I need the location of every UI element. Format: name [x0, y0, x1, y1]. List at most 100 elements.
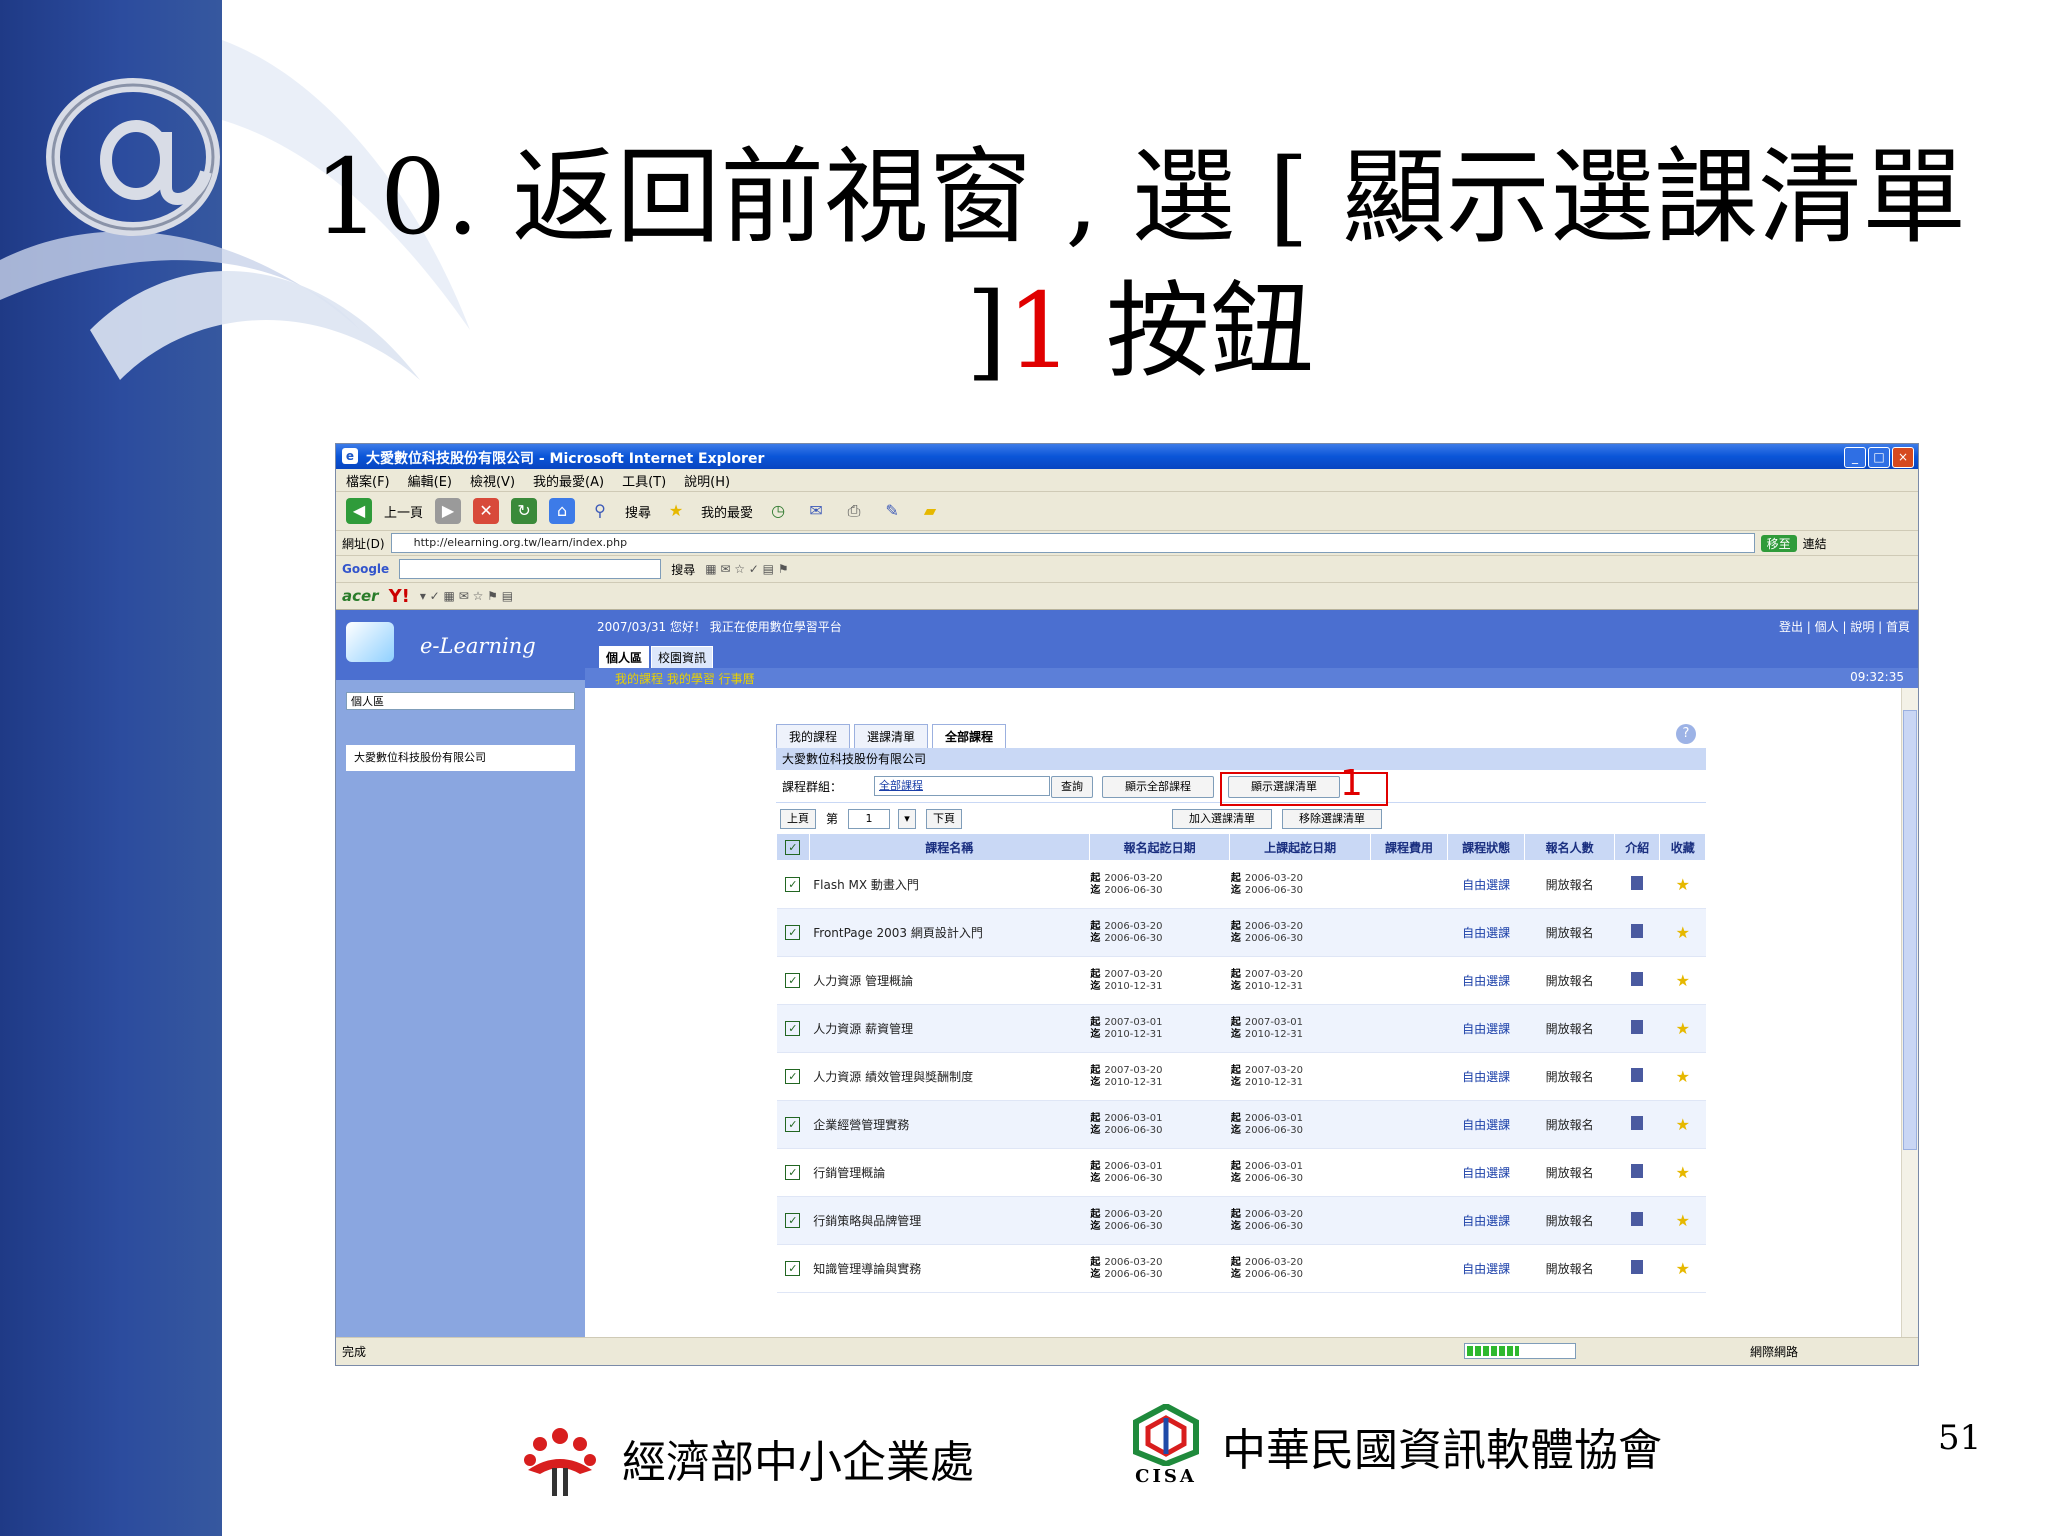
scrollbar-thumb[interactable]	[1903, 710, 1917, 1150]
favorite-cell[interactable]: ★	[1659, 860, 1706, 909]
star-icon[interactable]: ★	[1676, 1211, 1690, 1230]
favorite-cell[interactable]: ★	[1659, 1244, 1706, 1293]
favorite-cell[interactable]: ★	[1659, 1052, 1706, 1101]
intro-cell[interactable]	[1614, 1100, 1660, 1149]
favorites-label[interactable]: 我的最愛	[701, 502, 753, 521]
table-row[interactable]: ✓ 人力資源 績效管理與獎酬制度起 2007-03-20 迄 2010-12-31 起 20…	[776, 1052, 1706, 1101]
tab-personal[interactable]: 個人區	[599, 646, 650, 669]
maximize-icon[interactable]: □	[1868, 447, 1890, 468]
folder-icon[interactable]: ▰	[917, 498, 943, 524]
star-icon[interactable]: ★	[1676, 1115, 1690, 1134]
favorite-cell[interactable]: ★	[1659, 1100, 1706, 1149]
header-checkbox[interactable]: ✓	[776, 833, 810, 861]
row-checkbox[interactable]: ✓	[776, 956, 810, 1005]
table-row[interactable]: ✓ 知識管理導論與實務起 2006-03-20 迄 2006-06-30 起 2006-03…	[776, 1244, 1706, 1293]
check-icon[interactable]: ✓	[785, 1165, 801, 1180]
back-icon[interactable]: ◀	[346, 498, 372, 524]
go-button[interactable]: 移至	[1760, 534, 1797, 552]
check-icon[interactable]: ✓	[785, 1069, 801, 1084]
show-all-courses-button[interactable]: 顯示全部課程	[1102, 776, 1214, 798]
table-row[interactable]: ✓ 人力資源 管理概論起 2007-03-20 迄 2010-12-31 起 2007-03…	[776, 956, 1706, 1005]
stop-icon[interactable]: ✕	[473, 498, 500, 524]
star-icon[interactable]: ★	[1676, 875, 1690, 894]
tab-all-courses[interactable]: 全部課程	[932, 724, 1007, 748]
favorite-cell[interactable]: ★	[1659, 1004, 1706, 1053]
top-right-links[interactable]: 登出 | 個人 | 說明 | 首頁	[1779, 618, 1910, 635]
course-name[interactable]: FrontPage 2003 網頁設計入門	[809, 908, 1090, 957]
links-label[interactable]: 連結	[1803, 535, 1827, 552]
chevron-down-icon[interactable]: ▾	[898, 809, 916, 829]
remove-from-list-button[interactable]: 移除選課清單	[1282, 809, 1382, 829]
document-icon[interactable]	[1631, 924, 1644, 938]
document-icon[interactable]	[1631, 1212, 1644, 1226]
intro-cell[interactable]	[1614, 1004, 1660, 1053]
document-icon[interactable]	[1631, 876, 1644, 890]
edit-icon[interactable]: ✎	[879, 498, 905, 524]
favorite-cell[interactable]: ★	[1659, 1196, 1706, 1245]
page-select[interactable]: 1	[848, 809, 890, 829]
intro-cell[interactable]	[1614, 1244, 1660, 1293]
check-icon[interactable]: ✓	[785, 1261, 801, 1276]
star-icon[interactable]: ★	[1676, 923, 1690, 942]
star-icon[interactable]: ★	[1676, 1019, 1690, 1038]
query-button[interactable]: 查詢	[1051, 776, 1093, 798]
check-icon[interactable]: ✓	[785, 925, 801, 940]
left-company-item[interactable]: 大愛數位科技股份有限公司	[346, 745, 575, 771]
course-name[interactable]: 人力資源 管理概論	[809, 956, 1090, 1005]
menu-favorites[interactable]: 我的最愛(A)	[533, 471, 604, 490]
next-page-button[interactable]: 下頁	[926, 809, 962, 829]
row-checkbox[interactable]: ✓	[776, 1100, 810, 1149]
back-label[interactable]: 上一頁	[384, 502, 423, 521]
intro-cell[interactable]	[1614, 1196, 1660, 1245]
left-menu-select[interactable]: 個人區	[346, 692, 575, 710]
prev-page-button[interactable]: 上頁	[780, 809, 816, 829]
star-icon[interactable]: ★	[1676, 1067, 1690, 1086]
course-name[interactable]: Flash MX 動畫入門	[809, 860, 1090, 909]
document-icon[interactable]	[1631, 1020, 1644, 1034]
row-checkbox[interactable]: ✓	[776, 1148, 810, 1197]
row-checkbox[interactable]: ✓	[776, 860, 810, 909]
course-name[interactable]: 企業經營管理實務	[809, 1100, 1090, 1149]
help-icon[interactable]: ?	[1676, 724, 1696, 744]
menu-tools[interactable]: 工具(T)	[622, 471, 666, 490]
course-name[interactable]: 知識管理導論與實務	[809, 1244, 1090, 1293]
table-row[interactable]: ✓ 企業經營管理實務起 2006-03-01 迄 2006-06-30 起 2006-03-…	[776, 1100, 1706, 1149]
menu-file[interactable]: 檔案(F)	[346, 471, 390, 490]
tab-my-courses[interactable]: 我的課程	[776, 724, 851, 748]
row-checkbox[interactable]: ✓	[776, 1196, 810, 1245]
row-checkbox[interactable]: ✓	[776, 1052, 810, 1101]
check-icon[interactable]: ✓	[785, 1213, 801, 1228]
search-label[interactable]: 搜尋	[625, 502, 651, 521]
intro-cell[interactable]	[1614, 908, 1660, 957]
document-icon[interactable]	[1631, 972, 1644, 986]
check-icon[interactable]: ✓	[785, 1117, 801, 1132]
document-icon[interactable]	[1631, 1116, 1644, 1130]
document-icon[interactable]	[1631, 1068, 1644, 1082]
table-row[interactable]: ✓ 行銷管理概論起 2006-03-01 迄 2006-06-30 起 2006-03-01…	[776, 1148, 1706, 1197]
tab-selection-list[interactable]: 選課清單	[854, 724, 929, 748]
close-icon[interactable]: ×	[1892, 447, 1914, 468]
refresh-icon[interactable]: ↻	[511, 498, 538, 524]
intro-cell[interactable]	[1614, 860, 1660, 909]
intro-cell[interactable]	[1614, 1148, 1660, 1197]
star-icon[interactable]: ★	[1676, 1259, 1690, 1278]
favorite-cell[interactable]: ★	[1659, 908, 1706, 957]
group-select[interactable]: 全部課程	[874, 776, 1050, 796]
course-name[interactable]: 行銷管理概論	[809, 1148, 1090, 1197]
search-icon[interactable]: ⚲	[587, 498, 613, 524]
document-icon[interactable]	[1631, 1164, 1644, 1178]
check-icon[interactable]: ✓	[785, 877, 801, 892]
table-row[interactable]: ✓ Flash MX 動畫入門起 2006-03-20 迄 2006-06-30 起 200…	[776, 860, 1706, 909]
row-checkbox[interactable]: ✓	[776, 1004, 810, 1053]
address-input[interactable]: http://elearning.org.tw/learn/index.php	[390, 533, 1755, 553]
google-search-button[interactable]: 搜尋	[671, 561, 695, 578]
minimize-icon[interactable]: _	[1844, 447, 1866, 468]
google-search-input[interactable]	[399, 559, 662, 579]
table-row[interactable]: ✓ 人力資源 薪資管理起 2007-03-01 迄 2010-12-31 起 2007-03…	[776, 1004, 1706, 1053]
add-to-list-button[interactable]: 加入選課清單	[1172, 809, 1272, 829]
row-checkbox[interactable]: ✓	[776, 1244, 810, 1293]
forward-icon[interactable]: ▶	[435, 498, 462, 524]
menu-edit[interactable]: 編輯(E)	[408, 471, 452, 490]
menu-help[interactable]: 說明(H)	[684, 471, 730, 490]
row-checkbox[interactable]: ✓	[776, 908, 810, 957]
